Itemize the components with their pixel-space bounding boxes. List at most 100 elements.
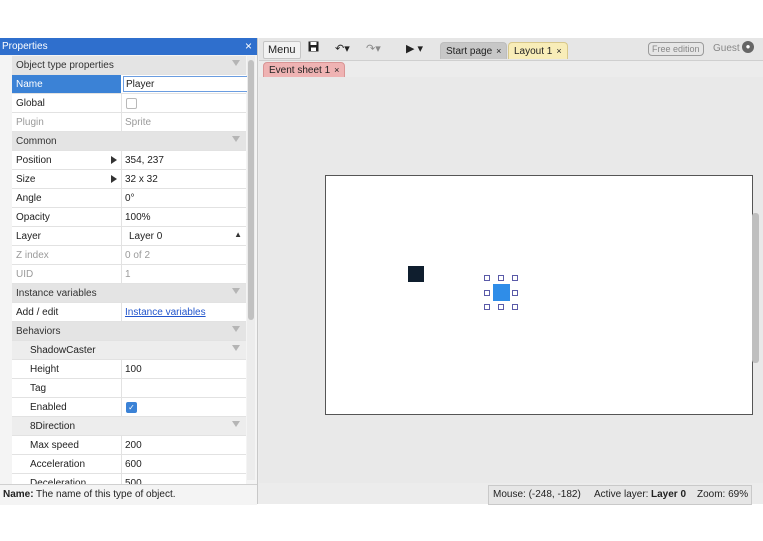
divider <box>121 208 122 226</box>
property-row-height[interactable]: Height 100 <box>12 360 246 379</box>
collapse-arrow-icon[interactable] <box>232 288 240 294</box>
app-window: Properties × Object type properties Name… <box>0 38 763 505</box>
property-value: 1 <box>125 269 131 280</box>
menu-button[interactable]: Menu <box>263 41 301 59</box>
expand-arrow-icon[interactable] <box>111 175 117 183</box>
property-grid: Object type properties Name Global Plugi… <box>12 56 248 493</box>
resize-handle[interactable] <box>512 290 518 296</box>
property-key: Size <box>16 174 36 185</box>
property-row-add-edit[interactable]: Add / edit Instance variables <box>12 303 246 322</box>
property-key: Enabled <box>30 402 67 413</box>
category-label: Common <box>16 136 57 147</box>
name-field[interactable] <box>123 76 248 92</box>
property-value[interactable]: 100% <box>125 212 151 223</box>
collapse-arrow-icon[interactable] <box>232 136 240 142</box>
play-icon[interactable]: ▶ ▾ <box>406 41 423 57</box>
resize-handle[interactable] <box>512 304 518 310</box>
category-instance-variables[interactable]: Instance variables <box>12 284 246 303</box>
behavior-shadowcaster[interactable]: ShadowCaster <box>12 341 246 360</box>
resize-handle[interactable] <box>484 304 490 310</box>
free-edition-badge[interactable]: Free edition <box>648 42 704 56</box>
property-row-enabled[interactable]: Enabled ✓ <box>12 398 246 417</box>
property-row-uid: UID 1 <box>12 265 246 284</box>
resize-handle[interactable] <box>484 290 490 296</box>
divider <box>121 379 122 397</box>
global-checkbox[interactable] <box>126 98 137 109</box>
divider <box>121 170 122 188</box>
properties-title-bar: Properties × <box>0 38 257 55</box>
category-object-type[interactable]: Object type properties <box>12 56 246 75</box>
layer-select[interactable]: Layer 0 <box>129 231 162 242</box>
sprite-object-player[interactable] <box>493 284 510 301</box>
property-row-layer[interactable]: Layer Layer 0 ▲ <box>12 227 246 246</box>
guest-label[interactable]: Guest <box>713 43 740 54</box>
close-icon[interactable]: × <box>245 39 252 53</box>
user-icon[interactable]: ● <box>742 41 754 53</box>
save-icon[interactable] <box>308 41 319 57</box>
select-arrows-icon[interactable]: ▲ <box>234 230 242 239</box>
sprite-object-dark[interactable] <box>408 266 424 282</box>
divider <box>121 360 122 378</box>
main-toolbar: Menu ↶▾ ↷▾ ▶ ▾ Start page × Layout 1 × Fre… <box>259 38 763 61</box>
property-value[interactable]: 600 <box>125 459 142 470</box>
tab-layout-1[interactable]: Layout 1 × <box>508 42 568 59</box>
resize-handle[interactable] <box>498 304 504 310</box>
category-label: Behaviors <box>16 326 61 337</box>
divider <box>121 151 122 169</box>
property-key: Max speed <box>30 440 79 451</box>
property-value[interactable]: 32 x 32 <box>125 174 158 185</box>
category-label: Object type properties <box>16 60 114 71</box>
editor-scrollbar[interactable] <box>752 213 759 363</box>
checkbox-icon[interactable]: ✓ <box>126 402 137 413</box>
property-row-position[interactable]: Position 354, 237 <box>12 151 246 170</box>
behavior-label: 8Direction <box>30 421 76 432</box>
scrollbar-thumb[interactable] <box>248 60 254 320</box>
property-row-tag[interactable]: Tag <box>12 379 246 398</box>
expand-arrow-icon[interactable] <box>111 156 117 164</box>
property-row-opacity[interactable]: Opacity 100% <box>12 208 246 227</box>
collapse-arrow-icon[interactable] <box>232 60 240 66</box>
property-row-global[interactable]: Global <box>12 94 246 113</box>
instance-variables-link[interactable]: Instance variables <box>125 307 206 318</box>
property-key: Z index <box>16 250 49 261</box>
property-row-angle[interactable]: Angle 0° <box>12 189 246 208</box>
resize-handle[interactable] <box>484 275 490 281</box>
undo-icon[interactable]: ↶▾ <box>335 41 350 57</box>
properties-scrollbar[interactable] <box>247 56 255 480</box>
collapse-arrow-icon[interactable] <box>232 326 240 332</box>
tab-start-page[interactable]: Start page × <box>440 42 508 59</box>
property-row-name[interactable]: Name <box>12 75 248 94</box>
property-key: Height <box>30 364 59 375</box>
divider <box>121 189 122 207</box>
zoom-level: Zoom: 69% <box>697 489 749 500</box>
property-value[interactable]: 100 <box>125 364 142 375</box>
property-key: Tag <box>30 383 47 394</box>
property-value[interactable]: 0° <box>125 193 135 204</box>
collapse-arrow-icon[interactable] <box>232 421 240 427</box>
category-behaviors[interactable]: Behaviors <box>12 322 246 341</box>
close-icon[interactable]: × <box>496 46 501 56</box>
close-icon[interactable]: × <box>334 65 339 75</box>
redo-icon[interactable]: ↷▾ <box>366 41 381 57</box>
active-layer-label: Active layer: <box>594 489 649 500</box>
properties-panel: Properties × Object type properties Name… <box>0 38 258 505</box>
layout-bounds[interactable] <box>325 175 753 415</box>
resize-handle[interactable] <box>498 275 504 281</box>
category-common[interactable]: Common <box>12 132 246 151</box>
property-key: Global <box>16 98 45 109</box>
property-row-acceleration[interactable]: Acceleration 600 <box>12 455 246 474</box>
property-key: UID <box>16 269 34 280</box>
active-layer-value: Layer 0 <box>651 489 687 500</box>
collapse-arrow-icon[interactable] <box>232 345 240 351</box>
behavior-8direction[interactable]: 8Direction <box>12 417 246 436</box>
close-icon[interactable]: × <box>556 46 561 56</box>
property-key: Position <box>16 155 52 166</box>
property-key: Opacity <box>16 212 50 223</box>
property-row-max-speed[interactable]: Max speed 200 <box>12 436 246 455</box>
property-row-size[interactable]: Size 32 x 32 <box>12 170 246 189</box>
category-label: Instance variables <box>16 288 97 299</box>
property-value[interactable]: 354, 237 <box>125 155 164 166</box>
property-value[interactable]: 200 <box>125 440 142 451</box>
properties-title: Properties <box>2 41 48 52</box>
resize-handle[interactable] <box>512 275 518 281</box>
